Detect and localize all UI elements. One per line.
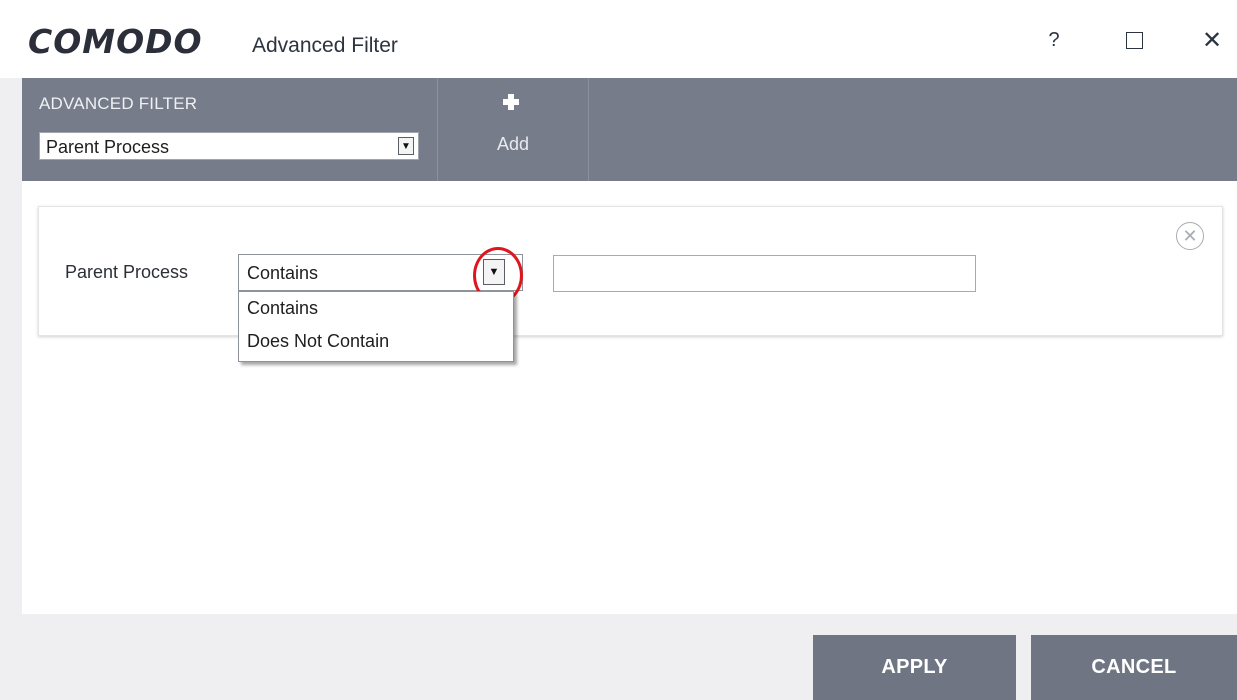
condition-dropdown-list: Contains Does Not Contain bbox=[238, 291, 514, 362]
advanced-filter-window: COMODO Advanced Filter ? ✕ ADVANCED FILT… bbox=[0, 0, 1237, 700]
dropdown-option-does-not-contain[interactable]: Does Not Contain bbox=[239, 325, 513, 358]
apply-button[interactable]: APPLY bbox=[813, 635, 1016, 700]
maximize-icon bbox=[1125, 31, 1143, 49]
help-button[interactable]: ? bbox=[1034, 22, 1074, 58]
filter-toolbar: ADVANCED FILTER Parent Process ▼ Add bbox=[22, 78, 1237, 181]
condition-value: Contains bbox=[247, 263, 319, 283]
window-title: Advanced Filter bbox=[252, 34, 398, 57]
close-window-button[interactable]: ✕ bbox=[1192, 22, 1232, 58]
close-icon: ✕ bbox=[1201, 26, 1223, 54]
add-label: Add bbox=[496, 134, 530, 154]
filter-content-area: ✕ Parent Process Contains ▼ Contains Doe… bbox=[22, 181, 1237, 614]
filter-value-input[interactable] bbox=[553, 255, 976, 292]
filter-row-card: ✕ Parent Process Contains ▼ Contains Doe… bbox=[38, 206, 1223, 362]
maximize-button[interactable] bbox=[1114, 22, 1154, 58]
condition-select[interactable]: Contains ▼ bbox=[238, 254, 523, 291]
advanced-filter-section: ADVANCED FILTER Parent Process ▼ bbox=[22, 78, 438, 181]
filter-field-label: Parent Process bbox=[65, 262, 189, 282]
filter-type-select[interactable]: Parent Process ▼ bbox=[39, 132, 419, 160]
triangle-down-icon[interactable]: ▼ bbox=[483, 259, 505, 285]
cancel-button[interactable]: CANCEL bbox=[1031, 635, 1237, 700]
title-bar: COMODO Advanced Filter ? ✕ bbox=[0, 0, 1237, 78]
close-circle-icon: ✕ bbox=[1182, 225, 1198, 246]
add-filter-button[interactable]: Add bbox=[438, 78, 589, 181]
plus-icon bbox=[503, 94, 519, 110]
dialog-footer: APPLY CANCEL bbox=[0, 614, 1237, 700]
comodo-logo: COMODO bbox=[28, 22, 203, 61]
triangle-down-icon[interactable]: ▼ bbox=[398, 137, 414, 155]
advanced-filter-label: ADVANCED FILTER bbox=[39, 94, 198, 113]
dropdown-option-contains[interactable]: Contains bbox=[239, 292, 513, 325]
remove-filter-button[interactable]: ✕ bbox=[1176, 222, 1204, 250]
help-icon: ? bbox=[1048, 28, 1060, 51]
filter-type-value: Parent Process bbox=[46, 137, 170, 157]
